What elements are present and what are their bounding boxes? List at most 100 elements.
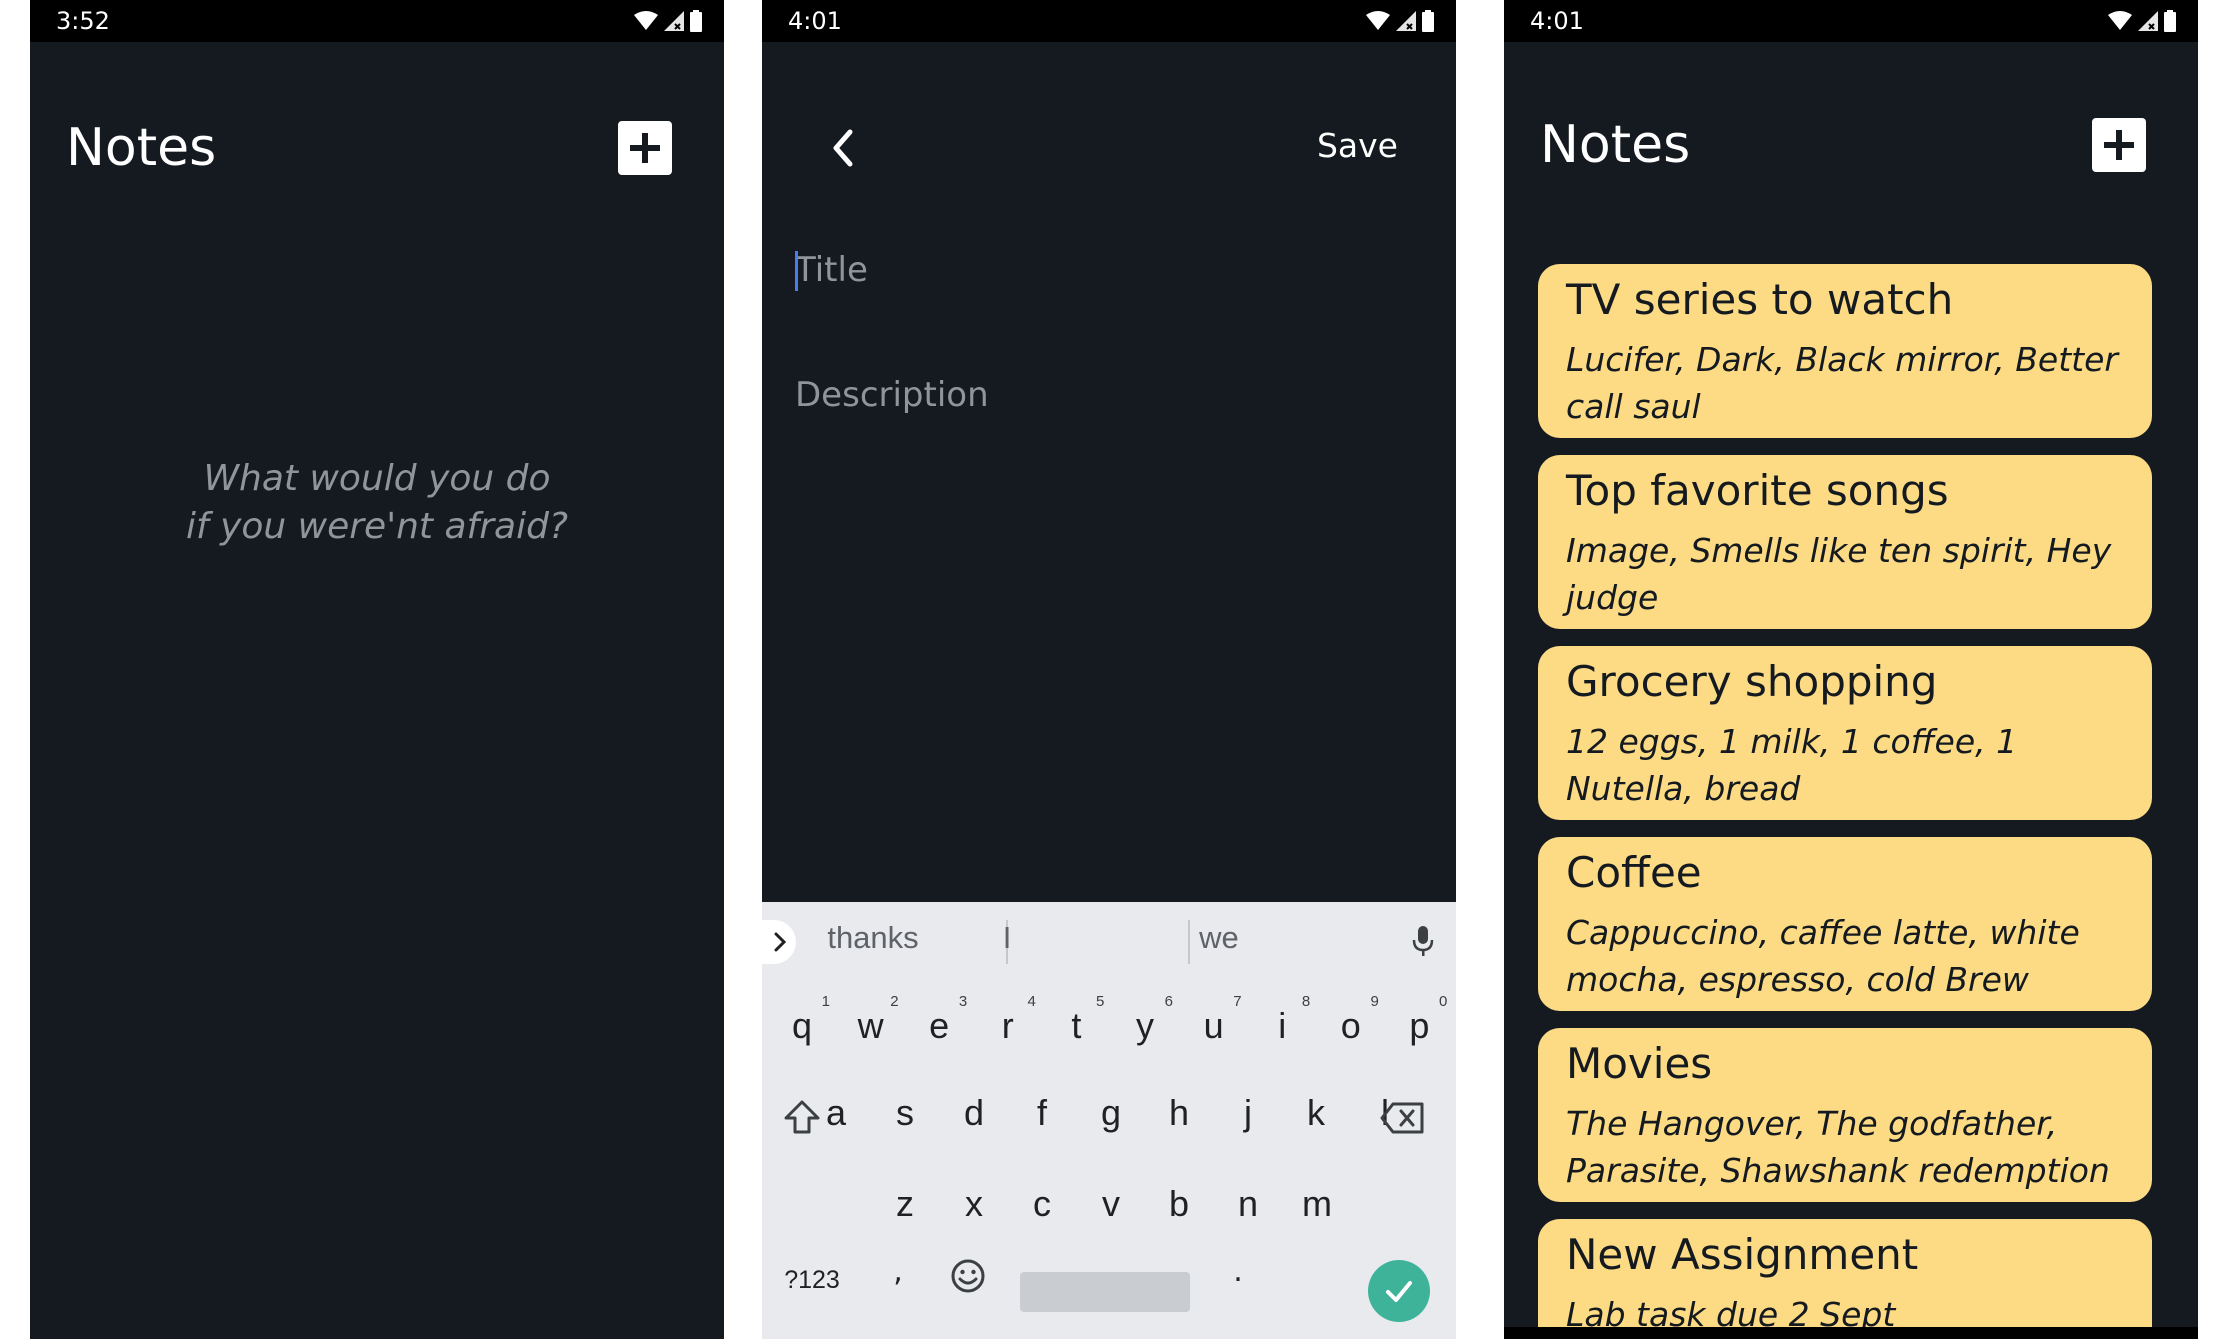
description-input[interactable] (795, 370, 1415, 420)
shift-key[interactable] (762, 1082, 842, 1154)
suggestion-expand-button[interactable] (762, 920, 796, 964)
key-label: i (1278, 1005, 1287, 1046)
key-hint: 0 (1439, 993, 1448, 1010)
battery-icon (1422, 10, 1434, 32)
empty-quote-line: What would you do (203, 458, 551, 499)
text-cursor (795, 251, 798, 291)
key-label: w (857, 1005, 884, 1046)
key-v[interactable]: v (1081, 1168, 1141, 1240)
key-n[interactable]: n (1218, 1168, 1278, 1240)
status-icons (1366, 8, 1434, 34)
symbols-key[interactable]: ?123 (774, 1254, 850, 1306)
key-b[interactable]: b (1149, 1168, 1209, 1240)
suggestion-bar: thanks I we (762, 902, 1456, 978)
key-hint: 6 (1164, 993, 1173, 1010)
signal-icon (2138, 11, 2158, 31)
key-hint: 8 (1301, 993, 1311, 1010)
emoji-key[interactable] (948, 1250, 988, 1302)
note-card[interactable]: Grocery shopping 12 eggs, 1 milk, 1 coffe… (1538, 646, 2152, 820)
key-j[interactable]: j (1218, 1077, 1278, 1149)
save-button[interactable]: Save (1317, 126, 1398, 165)
comma-key[interactable]: , (878, 1242, 918, 1302)
status-bar: 4:01 (1504, 0, 2198, 42)
wifi-icon (634, 11, 658, 30)
period-key[interactable]: . (1218, 1242, 1258, 1302)
note-description: 12 eggs, 1 milk, 1 coffee, 1 Nutella, br… (1566, 722, 2018, 808)
key-i[interactable]: i8 (1252, 990, 1312, 1062)
emoji-icon (951, 1259, 985, 1293)
page-title: Notes (66, 118, 217, 178)
key-e[interactable]: e3 (909, 990, 969, 1062)
page-title: Notes (1540, 115, 1691, 175)
key-k[interactable]: k (1286, 1077, 1346, 1149)
key-label: r (1001, 1005, 1014, 1046)
empty-quote-line: if you were'nt afraid? (185, 506, 569, 547)
key-t[interactable]: t5 (1046, 990, 1106, 1062)
key-p[interactable]: p0 (1389, 990, 1449, 1062)
key-o[interactable]: o9 (1321, 990, 1381, 1062)
wifi-icon (2108, 11, 2132, 30)
add-note-button[interactable] (2092, 118, 2146, 172)
key-q[interactable]: q1 (772, 990, 832, 1062)
signal-icon (664, 11, 684, 31)
plus-icon (630, 133, 660, 163)
key-hint: 7 (1233, 993, 1242, 1010)
microphone-icon (1412, 926, 1434, 956)
battery-icon (2164, 10, 2176, 32)
chevron-left-icon (833, 129, 853, 167)
checkmark-icon (1386, 1281, 1412, 1302)
notes-list-screen: 4:01 Notes TV series to watch Lucifer, Da… (1504, 0, 2198, 1339)
key-label: u (1203, 1005, 1224, 1046)
key-hint: 2 (890, 993, 899, 1010)
note-card[interactable]: Top favorite songs Image, Smells like ten… (1538, 455, 2152, 629)
status-bar: 4:01 (762, 0, 1456, 42)
back-button[interactable] (824, 126, 864, 170)
note-card[interactable]: Coffee Cappuccino, caffee latte, white mo… (1538, 837, 2152, 1011)
key-hint: 9 (1370, 993, 1379, 1010)
plus-icon (2104, 130, 2134, 160)
key-w[interactable]: w2 (841, 990, 901, 1062)
title-input[interactable] (795, 245, 1415, 295)
key-r[interactable]: r4 (978, 990, 1038, 1062)
note-description: Cappuccino, caffee latte, white mocha, e… (1566, 913, 2080, 1011)
notes-empty-screen: 3:52 Notes What would you do if you were… (30, 0, 724, 1339)
soft-keyboard: thanks I we q1w2e3r4t5y6u7i8o9p0asdfghjk… (762, 902, 1456, 1339)
key-h[interactable]: h (1149, 1077, 1209, 1149)
key-x[interactable]: x (944, 1168, 1004, 1240)
key-label: o (1340, 1005, 1361, 1046)
suggestion-item[interactable]: we (1139, 920, 1299, 956)
backspace-key[interactable] (1362, 1082, 1442, 1154)
backspace-icon (1380, 1102, 1424, 1134)
suggestion-item[interactable]: I (927, 920, 1087, 956)
note-title: Top favorite songs (1566, 466, 1949, 515)
status-icons (634, 8, 702, 34)
microphone-button[interactable] (1408, 920, 1438, 964)
key-label: t (1071, 1005, 1082, 1046)
key-c[interactable]: c (1012, 1168, 1072, 1240)
key-y[interactable]: y6 (1115, 990, 1175, 1062)
note-card[interactable]: New Assignment Lab task due 2 Sept (1538, 1219, 2152, 1339)
enter-key[interactable] (1368, 1260, 1430, 1322)
key-f[interactable]: f (1012, 1077, 1072, 1149)
key-m[interactable]: m (1287, 1168, 1347, 1240)
note-editor-screen: 4:01 Save thanks I we q1w2e3r4t5y6u7i8o9… (762, 0, 1456, 1339)
key-z[interactable]: z (875, 1168, 935, 1240)
key-s[interactable]: s (875, 1077, 935, 1149)
key-g[interactable]: g (1081, 1077, 1141, 1149)
signal-icon (1396, 11, 1416, 31)
note-description: The Hangover, The godfather, Parasite, S… (1566, 1104, 2110, 1190)
space-key[interactable] (1020, 1272, 1190, 1312)
note-card[interactable]: TV series to watch Lucifer, Dark, Black m… (1538, 264, 2152, 438)
battery-icon (690, 10, 702, 32)
note-card[interactable]: Movies The Hangover, The godfather, Paras… (1538, 1028, 2152, 1202)
add-note-button[interactable] (618, 121, 672, 175)
key-d[interactable]: d (944, 1077, 1004, 1149)
note-description: Lucifer, Dark, Black mirror, Better call… (1566, 340, 2118, 426)
navigation-bar (1504, 1327, 2198, 1339)
note-title: Movies (1566, 1039, 1713, 1088)
key-label: q (791, 1005, 813, 1046)
key-hint: 3 (958, 993, 968, 1010)
chevron-right-icon (774, 932, 787, 952)
key-hint: 5 (1096, 993, 1105, 1010)
key-u[interactable]: u7 (1184, 990, 1244, 1062)
